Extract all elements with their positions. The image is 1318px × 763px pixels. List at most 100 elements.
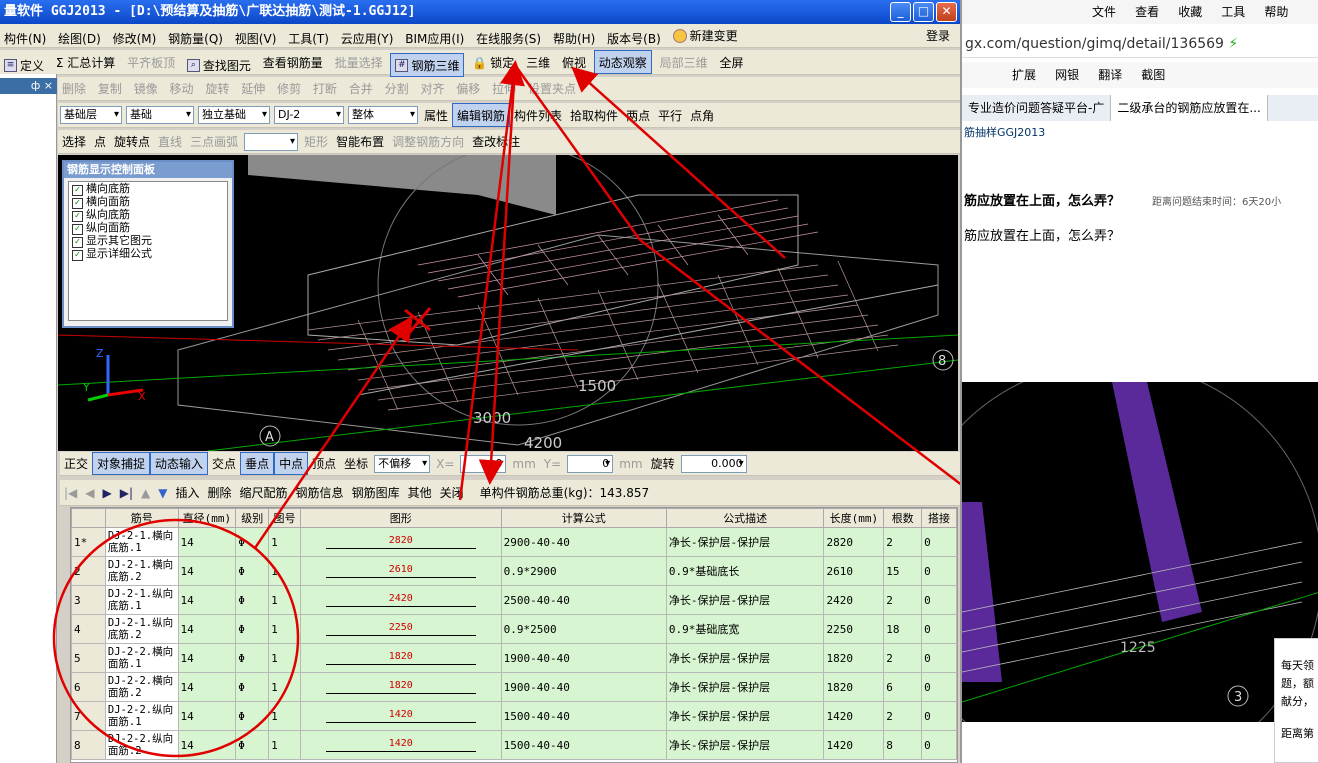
row-number[interactable]: 5 — [71, 643, 106, 673]
row-number[interactable]: 6 — [71, 672, 106, 702]
left-nav-panel[interactable] — [0, 74, 57, 763]
row-number[interactable]: 7 — [71, 701, 106, 731]
browser-menu-tools[interactable]: 工具 — [1221, 5, 1245, 19]
row-number[interactable]: 1* — [71, 527, 106, 557]
break-button[interactable]: 打断 — [309, 77, 341, 100]
dynamic-orbit-button[interactable]: 动态观察 — [593, 50, 652, 74]
perpendicular-snap[interactable]: 垂点 — [240, 452, 275, 475]
edit-annotation-button[interactable]: 查改标注 — [468, 130, 524, 153]
maximize-button[interactable]: □ — [913, 2, 934, 22]
figure-no-cell[interactable]: 1 — [268, 672, 301, 702]
offset-select[interactable]: 不偏移 — [374, 454, 431, 473]
length-cell[interactable]: 2820 — [823, 527, 885, 557]
tab-question[interactable]: 二级承台的钢筋应放置在... — [1111, 95, 1268, 121]
col-header-grade[interactable]: 级别 — [235, 508, 270, 528]
delete-row-button[interactable]: 删除 — [204, 480, 236, 505]
pick-component-button[interactable]: 拾取构件 — [566, 103, 622, 127]
extend-button[interactable]: 延伸 — [237, 77, 269, 100]
lock-button[interactable]: 🔒 锁定 — [468, 51, 518, 75]
shape-cell[interactable]: 1820 — [299, 643, 502, 673]
count-cell[interactable]: 2 — [883, 643, 923, 673]
formula-cell[interactable]: 0.9*2900 — [500, 556, 667, 586]
component-select[interactable]: DJ-2 — [274, 106, 344, 124]
select-button[interactable]: 选择 — [58, 130, 90, 153]
scale-rebar-button[interactable]: 缩尺配筋 — [236, 480, 292, 505]
question-image[interactable]: 1225 3 — [962, 382, 1318, 722]
rebar-info-button[interactable]: 钢筋信息 — [292, 480, 348, 505]
browser-menu-fav[interactable]: 收藏 — [1178, 5, 1202, 19]
formula-cell[interactable]: 1500-40-40 — [500, 701, 667, 731]
row-number[interactable]: 3 — [71, 585, 106, 615]
figure-no-cell[interactable]: 1 — [268, 701, 301, 731]
formula-desc-cell[interactable]: 净长-保护层-保护层 — [665, 643, 825, 673]
lap-cell[interactable]: 0 — [921, 527, 957, 557]
count-cell[interactable]: 18 — [883, 614, 923, 644]
count-cell[interactable]: 15 — [883, 556, 923, 586]
object-snap-toggle[interactable]: 对象捕捉 — [92, 452, 151, 475]
shape-cell[interactable]: 2820 — [299, 527, 502, 557]
length-cell[interactable]: 2420 — [823, 585, 885, 615]
formula-cell[interactable]: 1900-40-40 — [500, 643, 667, 673]
length-cell[interactable]: 1820 — [823, 643, 885, 673]
offset-button[interactable]: 偏移 — [452, 77, 484, 100]
menu-component[interactable]: 构件(N) — [0, 27, 50, 50]
figure-no-cell[interactable]: 1 — [268, 556, 301, 586]
browser-menu-help[interactable]: 帮助 — [1264, 5, 1288, 19]
arc-option-select[interactable] — [244, 132, 299, 151]
adjust-rebar-dir-button[interactable]: 调整钢筋方向 — [388, 130, 468, 153]
menu-online[interactable]: 在线服务(S) — [472, 27, 545, 50]
diameter-cell[interactable]: 14 — [177, 643, 237, 673]
fullscreen-button[interactable]: 全屏 — [715, 50, 747, 74]
screenshot-button[interactable]: 截图 — [1141, 68, 1165, 82]
grade-cell[interactable]: Φ — [235, 701, 270, 731]
formula-cell[interactable]: 0.9*2500 — [500, 614, 667, 644]
move-down-button[interactable]: ▼ — [154, 480, 171, 505]
local-3d-button[interactable]: 局部三维 — [656, 50, 712, 74]
formula-desc-cell[interactable]: 净长-保护层-保护层 — [665, 585, 825, 615]
top-view-dropdown[interactable]: 俯视 — [558, 50, 590, 74]
diameter-cell[interactable]: 14 — [177, 527, 237, 557]
menu-bim[interactable]: BIM应用(I) — [401, 27, 468, 50]
pin-icon[interactable]: ф — [31, 79, 40, 92]
dynamic-input-toggle[interactable]: 动态输入 — [150, 452, 209, 475]
count-cell[interactable]: 8 — [883, 730, 923, 760]
grade-cell[interactable]: Φ — [235, 672, 270, 702]
lap-cell[interactable]: 0 — [921, 730, 957, 760]
grade-cell[interactable]: Φ — [235, 643, 270, 673]
diameter-cell[interactable]: 14 — [177, 672, 237, 702]
y-input[interactable]: 0 — [567, 454, 614, 473]
tab-qa-platform[interactable]: 专业造价问题答疑平台-广 — [962, 95, 1112, 121]
bar-name-cell[interactable]: DJ-2-2.横向面筋.2 — [104, 672, 179, 702]
flush-slab-button[interactable]: 平齐板顶 — [123, 50, 179, 74]
other-dropdown[interactable]: 其他 — [404, 480, 436, 505]
grade-cell[interactable]: Φ — [235, 730, 270, 760]
col-header-formula[interactable]: 计算公式 — [500, 508, 667, 528]
formula-desc-cell[interactable]: 净长-保护层-保护层 — [665, 672, 825, 702]
shape-cell[interactable]: 2250 — [299, 614, 502, 644]
table-row[interactable]: 6 DJ-2-2.横向面筋.2 14 Φ 1 1820 1900-40-40 净长-保护层-保… — [71, 672, 957, 702]
grade-cell[interactable]: Φ — [235, 556, 270, 586]
trim-button[interactable]: 修剪 — [273, 77, 305, 100]
diameter-cell[interactable]: 14 — [177, 556, 237, 586]
length-cell[interactable]: 2250 — [823, 614, 885, 644]
figure-no-cell[interactable]: 1 — [268, 614, 301, 644]
formula-desc-cell[interactable]: 0.9*基础底长 — [665, 556, 825, 586]
lap-cell[interactable]: 0 — [921, 672, 957, 702]
vertex-snap[interactable]: 顶点 — [308, 452, 340, 475]
menu-rebar[interactable]: 钢筋量(Q) — [164, 27, 227, 50]
shape-cell[interactable]: 1420 — [299, 730, 502, 760]
length-cell[interactable]: 1820 — [823, 672, 885, 702]
set-grip-button[interactable]: 设置夹点 — [524, 77, 580, 100]
view-3d-dropdown[interactable]: 三维 — [522, 50, 554, 74]
grade-cell[interactable]: Φ — [235, 614, 270, 644]
browser-menu-file[interactable]: 文件 — [1092, 5, 1116, 19]
row-number[interactable]: 2 — [71, 556, 106, 586]
find-element-button[interactable]: ⌕ 查找图元 — [183, 53, 255, 77]
rotate-label[interactable]: 旋转 — [647, 452, 679, 475]
address-bar[interactable]: gx.com/question/gimq/detail/136569 ⚡ — [962, 30, 1318, 58]
formula-cell[interactable]: 2900-40-40 — [500, 527, 667, 557]
table-row[interactable]: 3 DJ-2-1.纵向底筋.1 14 Φ 1 2420 2500-40-40 净长-保护层-保… — [71, 585, 957, 615]
insert-row-button[interactable]: 插入 — [172, 480, 204, 505]
two-point-button[interactable]: 两点 — [622, 103, 654, 127]
properties-button[interactable]: 属性 — [420, 103, 452, 127]
